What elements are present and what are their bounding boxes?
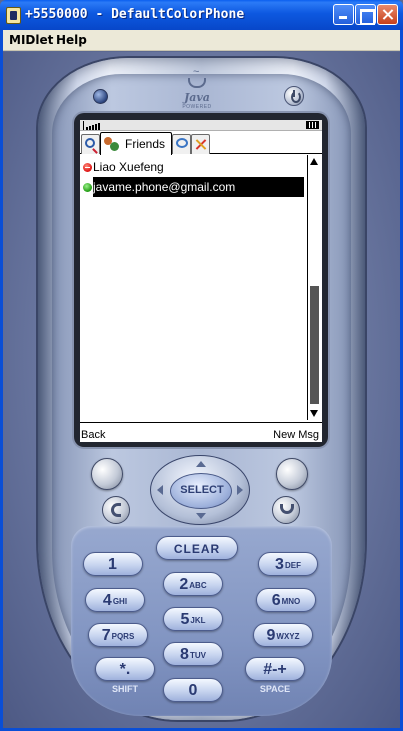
select-button-label: SELECT [180, 484, 224, 496]
key-letters: DEF [284, 560, 301, 570]
softkey-left-label[interactable]: Back [81, 429, 105, 441]
key-3[interactable]: 3DEF [258, 552, 318, 576]
softkey-bar: Back New Msg [80, 422, 322, 442]
end-call-icon [280, 504, 294, 514]
menu-midlet[interactable]: MIDlet [8, 33, 54, 47]
java-logo: ~ Java POWERED [180, 66, 214, 112]
indicator-light [93, 89, 108, 104]
nav-up-arrow-icon[interactable] [196, 461, 206, 467]
left-soft-key[interactable] [91, 458, 123, 490]
scroll-up-arrow-icon[interactable] [310, 158, 318, 165]
scrollbar-thumb[interactable] [310, 286, 319, 404]
list-scrollbar[interactable] [307, 155, 320, 420]
key-digit: #-+ [263, 661, 287, 678]
key-digit: 8 [180, 646, 189, 663]
key-digit: 4 [102, 592, 112, 609]
scroll-down-arrow-icon[interactable] [310, 410, 318, 417]
nav-left-arrow-icon[interactable] [157, 485, 163, 495]
phone-screen: Friends Liao Xuefeng javame.phone@gmail.… [80, 120, 322, 442]
app-icon[interactable] [6, 7, 21, 24]
key-hash[interactable]: #-+ [245, 657, 305, 681]
friend-list-item-selected[interactable]: javame.phone@gmail.com [80, 177, 306, 197]
signal-strength-icon [83, 121, 107, 130]
end-call-key[interactable] [272, 496, 300, 524]
status-bar [80, 120, 322, 131]
key-6[interactable]: 6MNO [256, 588, 316, 612]
clear-key-label: CLEAR [173, 542, 221, 556]
java-cup-icon [188, 78, 206, 88]
key-7[interactable]: 7PQRS [88, 623, 148, 647]
minimize-button[interactable] [333, 4, 354, 25]
key-0[interactable]: 0 [163, 678, 223, 702]
friend-name: Liao Xuefeng [93, 160, 164, 174]
key-1[interactable]: 1 [83, 552, 143, 576]
key-4[interactable]: 4GHI [85, 588, 145, 612]
call-icon [111, 503, 121, 517]
nav-right-arrow-icon[interactable] [237, 485, 243, 495]
friend-list-item[interactable]: Liao Xuefeng [80, 157, 306, 177]
key-digit: 7 [101, 627, 111, 644]
java-steam-icon: ~ [193, 66, 200, 78]
tab-chat[interactable] [172, 134, 191, 154]
key-2[interactable]: 2ABC [163, 572, 223, 596]
key-digit: 5 [180, 611, 190, 628]
key-letters: JKL [190, 615, 206, 625]
key-digit: 3 [275, 556, 284, 573]
navigation-pad[interactable]: SELECT [150, 455, 250, 525]
key-star[interactable]: *. [95, 657, 155, 681]
battery-icon [306, 121, 319, 129]
window-titlebar: +5550000 - DefaultColorPhone [0, 0, 403, 30]
call-key[interactable] [102, 496, 130, 524]
java-logo-text: Java [184, 91, 210, 104]
tab-search[interactable] [81, 134, 100, 154]
nav-down-arrow-icon[interactable] [196, 513, 206, 519]
space-label: SPACE [259, 684, 291, 694]
tab-bar: Friends [80, 132, 322, 155]
key-digit: 1 [108, 556, 117, 573]
tools-icon [195, 138, 207, 150]
close-button[interactable] [377, 4, 398, 25]
online-status-icon [83, 183, 92, 192]
key-letters: WXYZ [276, 631, 300, 641]
key-digit: 2 [179, 576, 189, 593]
key-letters: GHI [112, 596, 128, 606]
softkey-right-label[interactable]: New Msg [273, 429, 319, 441]
tab-friends-label: Friends [125, 137, 166, 151]
key-digit: 6 [271, 592, 281, 609]
search-icon [85, 138, 95, 148]
tab-friends[interactable]: Friends [100, 132, 172, 155]
busy-status-icon [83, 163, 92, 172]
window-title: +5550000 - DefaultColorPhone [25, 7, 245, 22]
friend-list: Liao Xuefeng javame.phone@gmail.com [80, 155, 306, 420]
clear-key[interactable]: CLEAR [156, 536, 238, 560]
maximize-button[interactable] [355, 4, 376, 25]
select-button[interactable]: SELECT [170, 473, 232, 509]
tab-tools[interactable] [191, 134, 210, 154]
key-8[interactable]: 8TUV [163, 642, 223, 666]
key-letters: ABC [189, 580, 207, 590]
key-digit: *. [119, 661, 131, 678]
menubar: MIDlet Help [0, 30, 403, 51]
chat-icon [176, 138, 188, 148]
right-soft-key[interactable] [276, 458, 308, 490]
menu-help[interactable]: Help [55, 33, 88, 47]
shift-label: SHIFT [112, 684, 138, 694]
key-letters: MNO [281, 596, 301, 606]
key-9[interactable]: 9WXYZ [253, 623, 313, 647]
key-digit: 9 [266, 627, 276, 644]
key-digit: 0 [188, 682, 198, 699]
power-button[interactable] [284, 86, 304, 106]
key-letters: TUV [189, 650, 206, 660]
friend-name: javame.phone@gmail.com [93, 180, 236, 194]
key-5[interactable]: 5JKL [163, 607, 223, 631]
java-logo-subtext: POWERED [182, 104, 212, 110]
key-letters: PQRS [111, 631, 135, 641]
friends-icon [104, 137, 120, 151]
